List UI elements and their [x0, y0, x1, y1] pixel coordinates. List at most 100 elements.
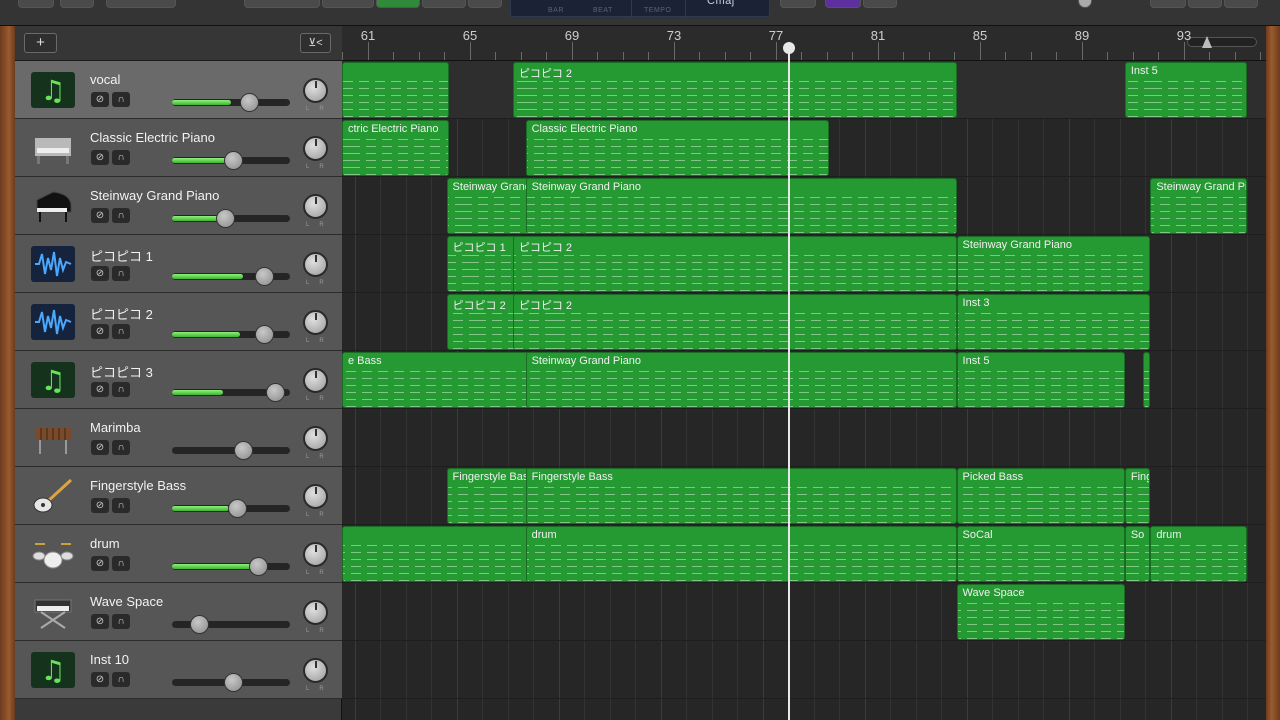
headphones-icon[interactable]: ∩ — [112, 672, 130, 687]
pan-knob[interactable] — [303, 368, 328, 393]
waveform-icon[interactable] — [29, 244, 77, 284]
mute-icon[interactable]: ⊘ — [91, 208, 109, 223]
midi-region[interactable]: drum — [1150, 526, 1248, 582]
mute-icon[interactable]: ⊘ — [91, 92, 109, 107]
midi-region[interactable]: So — [1124, 526, 1151, 582]
pan-knob[interactable] — [303, 78, 328, 103]
volume-knob[interactable] — [255, 267, 275, 286]
electric-piano-icon[interactable] — [29, 128, 77, 168]
midi-region[interactable]: Steinway Grand Piano — [956, 236, 1151, 292]
track-header[interactable]: ♫ vocal ⊘ ∩ LR — [15, 61, 342, 119]
track-header[interactable]: drum ⊘ ∩ LR — [15, 525, 342, 583]
mute-icon[interactable]: ⊘ — [91, 556, 109, 571]
pan-knob[interactable] — [303, 252, 328, 277]
volume-slider[interactable] — [172, 673, 290, 692]
mute-icon[interactable]: ⊘ — [91, 440, 109, 455]
catch-playhead-button[interactable]: ⊻< — [300, 33, 331, 53]
track-name[interactable]: Fingerstyle Bass — [90, 478, 186, 493]
mute-icon[interactable]: ⊘ — [91, 672, 109, 687]
track-name[interactable]: drum — [90, 536, 120, 551]
track-header[interactable]: Steinway Grand Piano ⊘ ∩ LR — [15, 177, 342, 235]
playhead[interactable] — [788, 44, 791, 720]
headphones-icon[interactable]: ∩ — [112, 208, 130, 223]
music-note-icon[interactable]: ♫ — [29, 360, 77, 400]
mute-icon[interactable]: ⊘ — [91, 382, 109, 397]
help-button[interactable] — [60, 0, 94, 8]
midi-region[interactable]: Fingerstyle Bas — [446, 468, 536, 524]
track-name[interactable]: ピコピコ 2 — [90, 304, 153, 323]
tuner-button[interactable] — [780, 0, 816, 8]
headphones-icon[interactable]: ∩ — [112, 324, 130, 339]
midi-region[interactable]: drum — [525, 526, 957, 582]
volume-knob[interactable] — [255, 325, 275, 344]
track-lane[interactable]: ピコピコ 2 Inst 5 — [342, 61, 1266, 119]
mute-icon[interactable]: ⊘ — [91, 498, 109, 513]
headphones-icon[interactable]: ∩ — [112, 440, 130, 455]
track-header[interactable]: Fingerstyle Bass ⊘ ∩ LR — [15, 467, 342, 525]
headphones-icon[interactable]: ∩ — [112, 498, 130, 513]
track-header[interactable]: ♫ Inst 10 ⊘ ∩ LR — [15, 641, 342, 699]
volume-knob[interactable] — [224, 673, 244, 692]
midi-region[interactable]: Classic Electric Piano — [525, 120, 830, 176]
volume-knob[interactable] — [249, 557, 269, 576]
track-header[interactable]: Marimba ⊘ ∩ LR — [15, 409, 342, 467]
midi-region[interactable] — [1142, 352, 1151, 408]
midi-region[interactable]: Inst 5 — [956, 352, 1125, 408]
pan-knob[interactable] — [303, 658, 328, 683]
midi-region[interactable]: Fing — [1124, 468, 1151, 524]
midi-region[interactable]: Picked Bass — [956, 468, 1125, 524]
rewind-button[interactable] — [244, 0, 320, 8]
track-name[interactable]: ピコピコ 3 — [90, 362, 153, 381]
volume-knob[interactable] — [227, 499, 247, 518]
drum-kit-icon[interactable] — [29, 534, 77, 574]
mute-icon[interactable]: ⊘ — [91, 266, 109, 281]
pan-knob[interactable] — [303, 600, 328, 625]
record-button[interactable] — [422, 0, 466, 8]
midi-region[interactable]: Wave Space — [956, 584, 1125, 640]
track-header[interactable]: ピコピコ 2 ⊘ ∩ LR — [15, 293, 342, 351]
midi-region[interactable]: ピコピコ 2 — [512, 62, 957, 118]
grand-piano-icon[interactable] — [29, 186, 77, 226]
volume-slider[interactable] — [172, 93, 290, 112]
pan-knob[interactable] — [303, 194, 328, 219]
track-lane[interactable] — [342, 409, 1266, 467]
track-header[interactable]: Classic Electric Piano ⊘ ∩ LR — [15, 119, 342, 177]
volume-knob[interactable] — [239, 93, 259, 112]
volume-slider[interactable] — [172, 499, 290, 518]
volume-slider[interactable] — [172, 383, 290, 402]
zoom-slider[interactable] — [1187, 36, 1257, 48]
library-button[interactable] — [18, 0, 54, 8]
midi-region[interactable]: e Bass — [342, 352, 536, 408]
count-in-button[interactable] — [825, 0, 861, 8]
midi-region[interactable] — [342, 526, 536, 582]
track-name[interactable]: Inst 10 — [90, 652, 129, 667]
loop-browser-button[interactable] — [1188, 0, 1222, 8]
track-lane[interactable]: ピコピコ 2 ピコピコ 2 Inst 3 — [342, 293, 1266, 351]
track-name[interactable]: Marimba — [90, 420, 141, 435]
notepad-button[interactable] — [1150, 0, 1186, 8]
metronome-button[interactable] — [863, 0, 897, 8]
midi-region[interactable]: Steinway Grand Piano — [525, 352, 957, 408]
track-header[interactable]: Wave Space ⊘ ∩ LR — [15, 583, 342, 641]
volume-knob[interactable] — [224, 151, 244, 170]
track-name[interactable]: ピコピコ 1 — [90, 246, 153, 265]
music-note-icon[interactable]: ♫ — [29, 650, 77, 690]
midi-region[interactable]: ctric Electric Piano — [342, 120, 450, 176]
mute-icon[interactable]: ⊘ — [91, 150, 109, 165]
midi-region[interactable]: Steinway Grand Piano — [525, 178, 957, 234]
play-button[interactable] — [376, 0, 420, 8]
volume-knob[interactable] — [265, 383, 285, 402]
pan-knob[interactable] — [303, 426, 328, 451]
waveform-icon[interactable] — [29, 302, 77, 342]
mute-icon[interactable]: ⊘ — [91, 324, 109, 339]
volume-slider[interactable] — [172, 441, 290, 460]
volume-knob[interactable] — [233, 441, 253, 460]
track-lane[interactable]: drum SoCal So drum — [342, 525, 1266, 583]
midi-region[interactable]: Inst 5 — [1124, 62, 1248, 118]
track-name[interactable]: Classic Electric Piano — [90, 130, 215, 145]
music-note-icon[interactable]: ♫ — [29, 70, 77, 110]
track-lane[interactable] — [342, 641, 1266, 699]
pan-knob[interactable] — [303, 484, 328, 509]
add-track-button[interactable]: + — [24, 33, 57, 53]
volume-knob[interactable] — [190, 615, 210, 634]
